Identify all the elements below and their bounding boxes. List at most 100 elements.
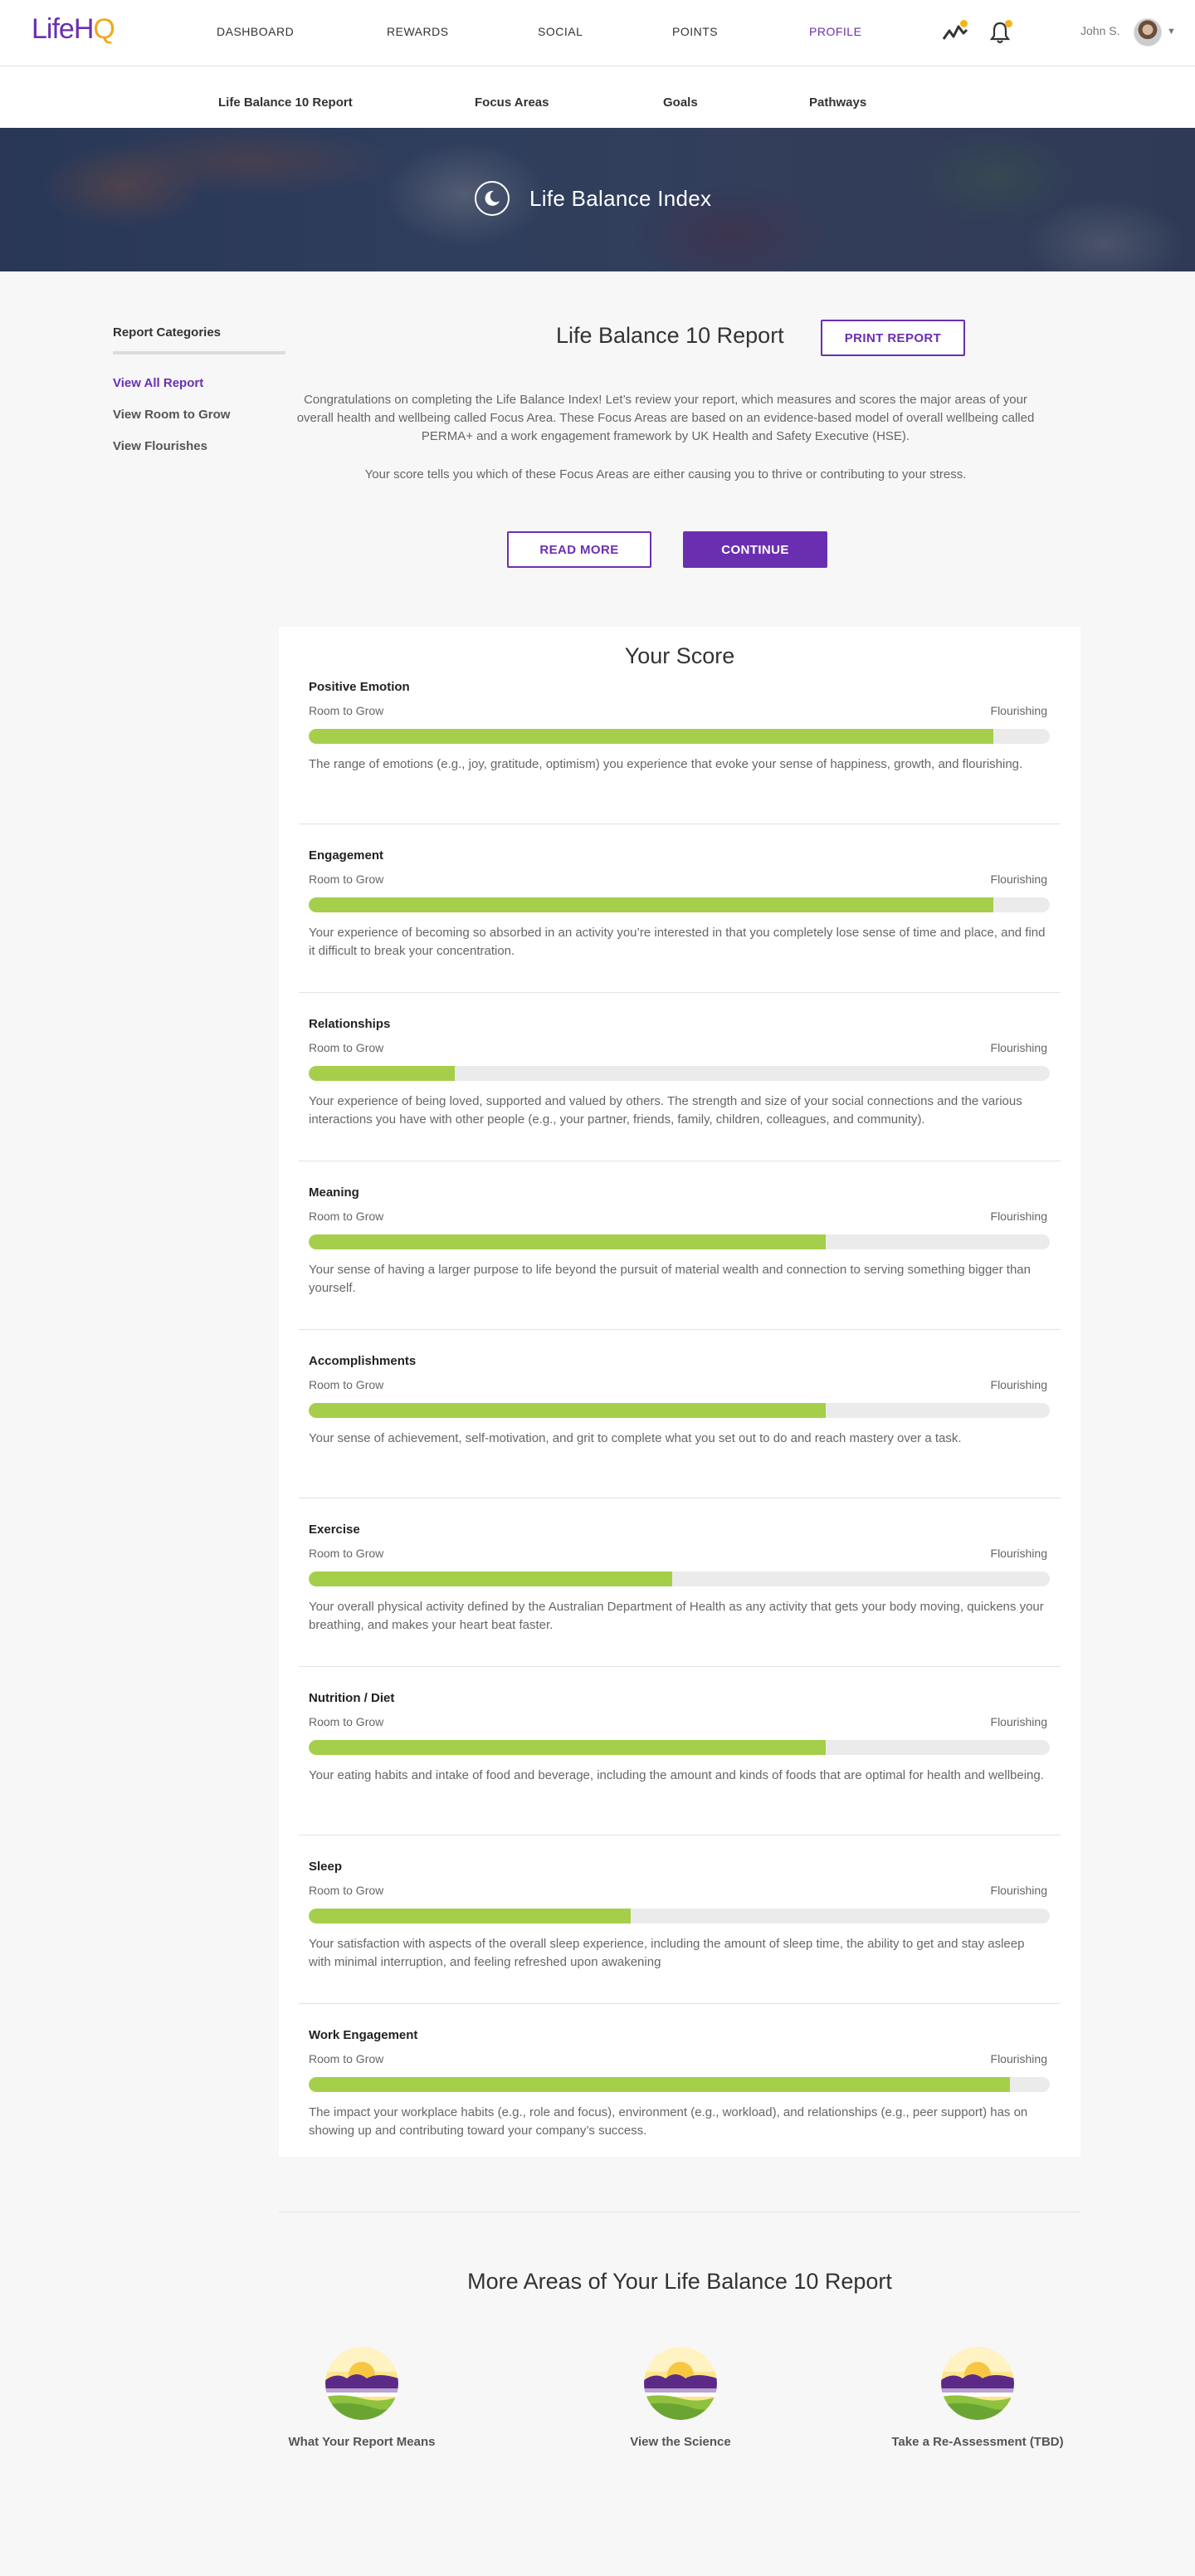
score-section: Work Engagement Room to Grow Flourishing Th…	[309, 2028, 1056, 2140]
score-bar-track	[309, 897, 1050, 912]
score-title: Your Score	[624, 643, 735, 668]
report-intro: Congratulations on completing the Life B…	[296, 393, 1035, 443]
area-label: Take a Re-Assessment (TBD)	[891, 2435, 1064, 2449]
score-bar-fill	[309, 897, 994, 912]
sidebar-link-flourishes[interactable]: View Flourishes	[113, 439, 207, 453]
flourishing-label: Flourishing	[990, 1041, 1047, 1054]
top-navigation-bar: LifeHQ DASHBOARD REWARDS SOCIAL POINTS P…	[0, 0, 1195, 66]
score-section: Relationships Room to Grow Flourishing Your…	[309, 1017, 1056, 1129]
flourishing-label: Flourishing	[990, 1715, 1047, 1728]
room-to-grow-label: Room to Grow	[309, 1041, 384, 1054]
subnav-pathways[interactable]: Pathways	[809, 95, 866, 110]
nav-social[interactable]: SOCIAL	[538, 25, 583, 38]
score-bar-fill	[309, 1066, 455, 1081]
score-bar-fill	[309, 729, 994, 744]
score-bar-track	[309, 729, 1050, 744]
hero-title: Life Balance Index	[529, 186, 712, 211]
nav-rewards[interactable]: REWARDS	[387, 25, 449, 38]
score-range: Room to Grow Flourishing	[309, 1378, 1056, 1393]
chevron-down-icon[interactable]: ▼	[1167, 27, 1176, 37]
room-to-grow-label: Room to Grow	[309, 1210, 384, 1223]
score-card: Your Score Positive Emotion Room to Grow F…	[279, 627, 1080, 2157]
notification-dot	[1005, 20, 1012, 27]
focus-area-description: Your sense of achievement, self-motivati…	[309, 1431, 962, 1445]
sidebar-link-view-all[interactable]: View All Report	[113, 376, 203, 390]
nav-dashboard[interactable]: DASHBOARD	[217, 25, 294, 38]
flourishing-label: Flourishing	[990, 1547, 1047, 1560]
focus-area-description: The impact your workplace habits (e.g., …	[309, 2105, 1028, 2138]
score-section: Positive Emotion Room to Grow Flourishing T…	[309, 680, 1056, 774]
notification-dot	[960, 20, 968, 27]
section-divider	[299, 992, 1061, 993]
score-bar-track	[309, 1066, 1050, 1081]
nav-points[interactable]: POINTS	[672, 25, 718, 38]
focus-area-name: Positive Emotion	[309, 680, 410, 694]
landscape-sunrise-icon	[644, 2347, 717, 2420]
room-to-grow-label: Room to Grow	[309, 1884, 384, 1897]
area-reassessment[interactable]: Take a Re-Assessment (TBD)	[878, 2347, 1077, 2449]
score-bar-track	[309, 1403, 1050, 1418]
room-to-grow-label: Room to Grow	[309, 2052, 384, 2065]
area-label: View the Science	[630, 2435, 731, 2449]
area-what-report-means[interactable]: What Your Report Means	[262, 2347, 461, 2449]
score-range: Room to Grow Flourishing	[309, 2052, 1056, 2067]
life-hq-logo[interactable]: LifeHQ	[32, 13, 115, 46]
score-bar-fill	[309, 1234, 827, 1249]
room-to-grow-label: Room to Grow	[309, 1715, 384, 1728]
flourishing-label: Flourishing	[990, 2052, 1047, 2065]
sidebar-divider	[113, 351, 285, 354]
score-section: Sleep Room to Grow Flourishing Your satisfa…	[309, 1860, 1056, 1972]
focus-area-description: Your sense of having a larger purpose to…	[309, 1263, 1031, 1295]
activity-chart-icon[interactable]	[941, 18, 969, 46]
score-range: Room to Grow Flourishing	[309, 1210, 1056, 1224]
flourishing-label: Flourishing	[990, 1884, 1047, 1897]
focus-area-description: Your eating habits and intake of food an…	[309, 1768, 1044, 1782]
focus-area-description: The range of emotions (e.g., joy, gratit…	[309, 757, 1023, 771]
landscape-sunrise-icon	[941, 2347, 1014, 2420]
area-label: What Your Report Means	[288, 2435, 436, 2449]
focus-area-description: Your experience of being loved, supporte…	[309, 1094, 1022, 1127]
flourishing-label: Flourishing	[990, 873, 1047, 886]
subnav-goals[interactable]: Goals	[663, 95, 698, 110]
score-section: Accomplishments Room to Grow Flourishing Yo…	[309, 1354, 1056, 1448]
sidebar-heading: Report Categories	[113, 325, 222, 340]
score-bar-track	[309, 1234, 1050, 1249]
focus-area-name: Nutrition / Diet	[309, 1691, 395, 1705]
user-name[interactable]: John S.	[1080, 24, 1119, 37]
score-section: Meaning Room to Grow Flourishing Your sense…	[309, 1185, 1056, 1298]
avatar[interactable]	[1134, 18, 1162, 46]
section-divider	[299, 1666, 1061, 1667]
flourishing-label: Flourishing	[990, 1378, 1047, 1391]
score-section: Nutrition / Diet Room to Grow Flourishing Y…	[309, 1691, 1056, 1785]
room-to-grow-label: Room to Grow	[309, 1547, 384, 1560]
score-bar-track	[309, 2077, 1050, 2092]
sub-navigation: Life Balance 10 Report Focus Areas Goals…	[0, 66, 1195, 128]
score-range: Room to Grow Flourishing	[309, 704, 1056, 719]
score-bar-fill	[309, 1909, 631, 1923]
focus-area-name: Engagement	[309, 848, 384, 863]
subnav-life-balance-report[interactable]: Life Balance 10 Report	[218, 95, 353, 110]
flourishing-label: Flourishing	[990, 1210, 1047, 1223]
area-view-science[interactable]: View the Science	[581, 2347, 780, 2449]
bell-icon[interactable]	[986, 18, 1014, 46]
landscape-sunrise-icon	[325, 2347, 398, 2420]
focus-area-name: Meaning	[309, 1185, 359, 1200]
continue-button[interactable]: CONTINUE	[683, 531, 827, 568]
score-bar-fill	[309, 1572, 672, 1586]
print-report-button[interactable]: PRINT REPORT	[821, 320, 965, 356]
score-bar-fill	[309, 1740, 827, 1755]
score-range: Room to Grow Flourishing	[309, 1715, 1056, 1730]
focus-area-name: Accomplishments	[309, 1354, 417, 1368]
focus-area-name: Exercise	[309, 1523, 360, 1537]
focus-area-description: Your satisfaction with aspects of the ov…	[309, 1937, 1025, 1969]
subnav-focus-areas[interactable]: Focus Areas	[475, 95, 549, 110]
nav-profile[interactable]: PROFILE	[809, 25, 861, 38]
score-section: Engagement Room to Grow Flourishing Your ex…	[309, 848, 1056, 961]
score-range: Room to Grow Flourishing	[309, 1884, 1056, 1899]
read-more-button[interactable]: READ MORE	[507, 531, 651, 568]
score-bar-track	[309, 1909, 1050, 1923]
focus-area-description: Your experience of becoming so absorbed …	[309, 926, 1046, 958]
focus-area-name: Relationships	[309, 1017, 391, 1031]
sidebar-link-room-to-grow[interactable]: View Room to Grow	[113, 408, 230, 422]
score-range: Room to Grow Flourishing	[309, 1547, 1056, 1562]
